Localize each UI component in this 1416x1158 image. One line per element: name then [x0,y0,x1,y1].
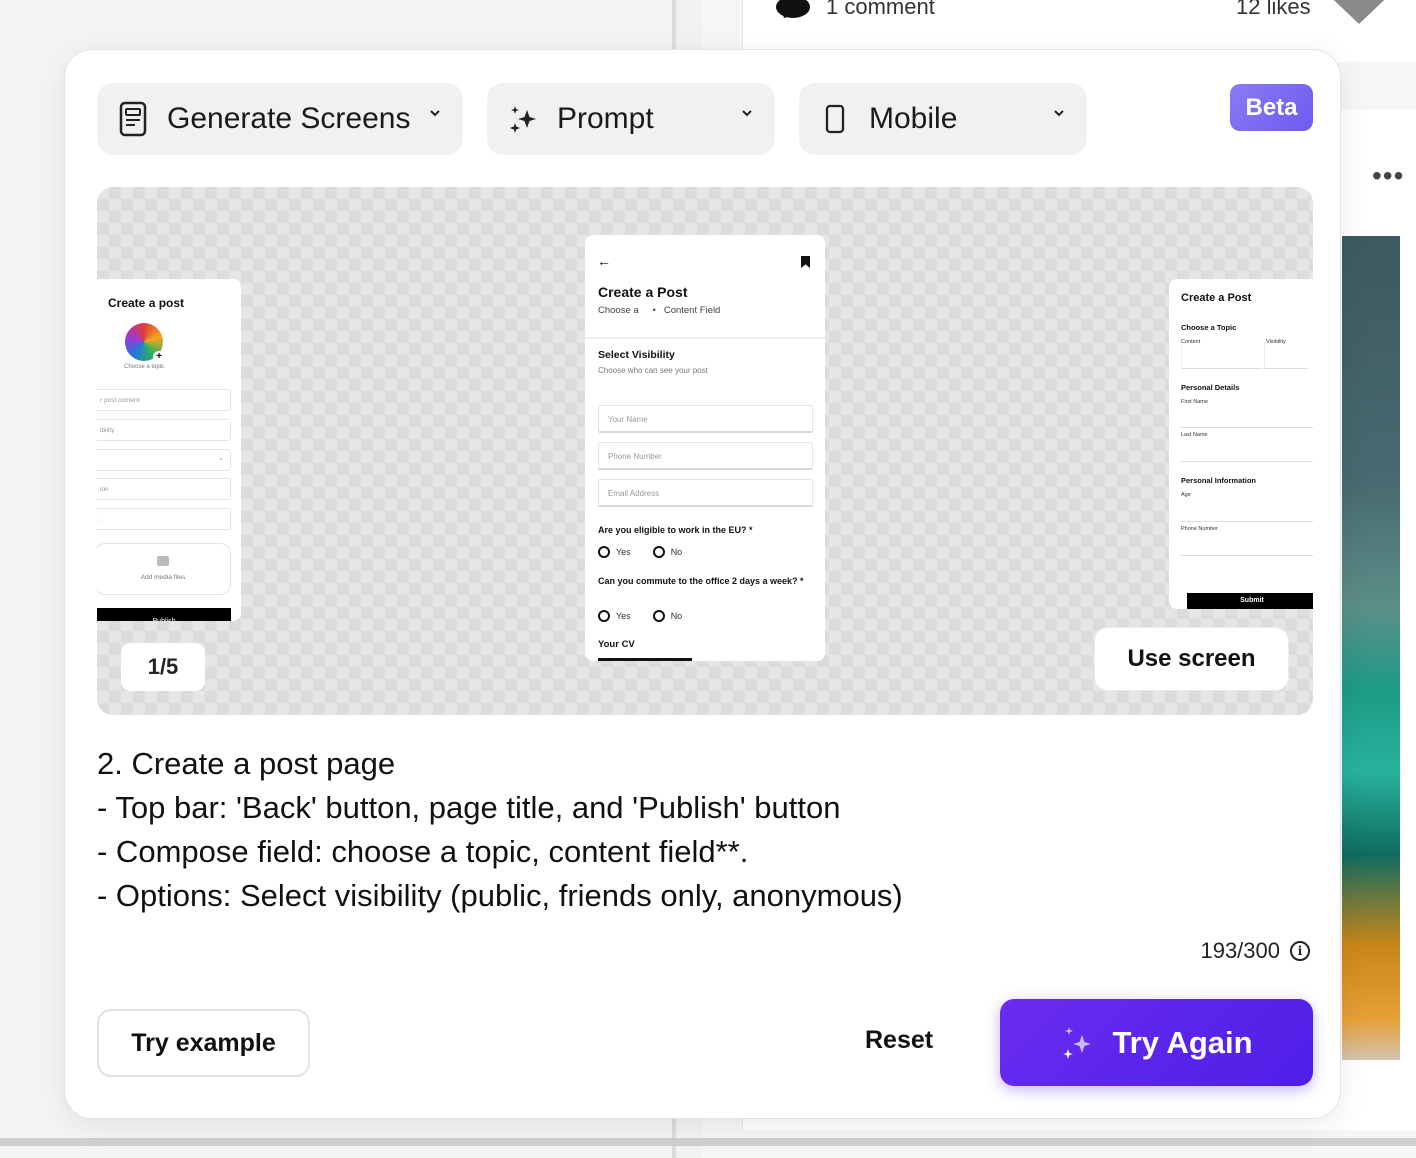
cv-underline [598,658,692,661]
previous-screen-preview[interactable]: Create a post + Choose a topic r post co… [97,279,241,621]
use-screen-button[interactable]: Use screen [1094,627,1289,691]
character-counter: 193/300 i [1200,938,1310,964]
current-screen-preview: ← Create a Post Choose a • Content Field… [585,235,825,661]
prompt-line: - Options: Select visibility (public, fr… [97,878,903,913]
screen-title: Create a post [108,296,185,310]
extra-field: : [97,508,231,530]
question-eligibility: Are you eligible to work in the EU? * [598,525,753,535]
age-label: Age [1181,492,1191,498]
screen-title: Create a Post [1181,292,1252,304]
screen-preview-carousel: Create a post + Choose a topic r post co… [97,187,1313,715]
last-name-line [1181,461,1313,462]
device-dropdown[interactable]: Mobile [799,83,1087,155]
sparkle-icon [1063,1026,1092,1059]
like-count: 12 likes [1236,0,1311,19]
email-input-preview: Email Address [598,479,813,507]
first-name-label: First Name [1181,399,1208,405]
generate-screens-dialog: Generate Screens Prompt Mobile Beta Crea… [64,49,1341,1119]
phone-input-preview: Phone Number [598,442,813,470]
beta-badge: Beta [1230,84,1313,131]
phone-line [1181,555,1313,556]
device-label: Mobile [869,102,958,135]
choose-topic-label: Choose a topic [124,364,165,370]
publish-button-preview: Publish [97,608,231,621]
comment-count-label: 1 comment [826,0,935,19]
bookmark-icon [801,256,810,268]
comment-icon [776,0,810,18]
content-box [1181,343,1263,369]
radio-icon [652,610,665,622]
chevron-down-icon [742,110,752,117]
section-subtitle: Choose who can see your post [598,366,708,375]
radio-group-1: Yes No [598,546,682,558]
prompt-line: - Compose field: choose a topic, content… [97,834,749,869]
background-divider [0,1138,1416,1146]
question-commute: Can you commute to the office 2 days a w… [598,576,804,586]
chevron-down-icon [1054,110,1064,117]
first-name-line [1181,427,1313,428]
radio-icon [598,546,610,558]
back-arrow-icon: ← [597,253,611,269]
add-media-label: Add media files [140,574,186,581]
prompt-line: - Top bar: 'Back' button, page title, an… [97,790,841,825]
screen-title: Create a Post [598,284,688,300]
comment-count[interactable]: 1 comment [776,0,935,20]
try-again-label: Try Again [1112,1024,1253,1060]
visibility-box [1264,343,1308,369]
mode-label: Generate Screens [167,102,411,135]
submit-button-preview: Submit [1187,593,1313,609]
character-count: 193/300 [1200,938,1280,963]
mode-dropdown[interactable]: Generate Screens [97,83,463,155]
post-image [1342,236,1400,1060]
name-input-preview: Your Name [598,405,813,433]
phone-label: Phone Number [1181,526,1218,532]
image-icon [157,556,169,566]
sparkle-icon [507,101,539,137]
visibility-field: ibility [97,419,231,441]
prompt-textarea[interactable]: 2. Create a post page - Top bar: 'Back' … [97,742,1297,918]
divider [585,337,825,339]
input-type-label: Prompt [557,102,654,135]
radio-icon [598,610,610,622]
screen-counter: 1/5 [121,643,205,691]
cv-label: Your CV [598,639,635,650]
reset-button[interactable]: Reset [865,1026,933,1055]
radio-group-2: Yes No [598,610,682,622]
last-name-label: Last Name [1181,432,1208,438]
prompt-line: 2. Create a post page [97,746,396,781]
select-field: ⌄ [97,449,231,471]
info-icon[interactable]: i [1290,941,1310,961]
input-type-dropdown[interactable]: Prompt [487,83,775,155]
topic-heading: Choose a Topic [1181,323,1237,332]
personal-info-heading: Personal Information [1181,476,1257,485]
age-line [1181,521,1313,522]
description-field: ion [97,478,231,500]
screen-subtitle: Choose a • Content Field [598,305,721,316]
topic-avatar: + [125,323,165,363]
try-again-button[interactable]: Try Again [1000,999,1313,1086]
content-field: r post content [97,389,231,411]
mobile-icon [819,101,851,137]
plus-icon: + [153,351,165,363]
personal-details-heading: Personal Details [1181,383,1240,392]
radio-icon [652,546,665,558]
section-title: Select Visibility [598,349,675,361]
more-options-icon[interactable]: ••• [1372,162,1404,190]
chevron-down-icon [430,110,440,117]
screens-icon [117,101,149,137]
chevron-down-icon: ⌄ [218,455,224,462]
try-example-button[interactable]: Try example [97,1009,310,1077]
add-media-area: Add media files [97,543,231,595]
next-screen-preview[interactable]: Create a Post Choose a Topic Content Vis… [1169,279,1313,609]
